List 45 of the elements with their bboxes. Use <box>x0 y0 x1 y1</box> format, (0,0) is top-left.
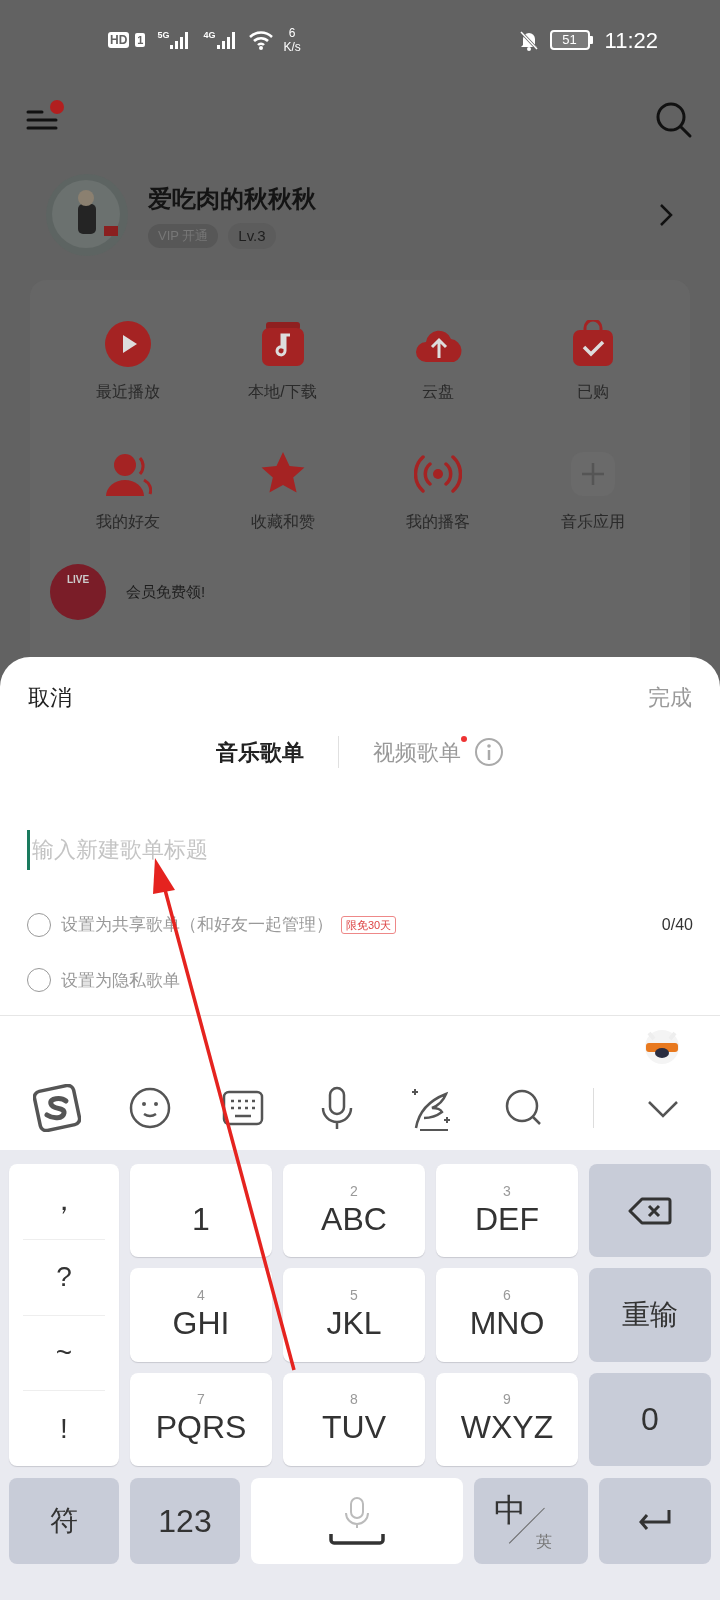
promo-tag: 限免30天 <box>341 915 397 934</box>
cancel-button[interactable]: 取消 <box>28 681 72 714</box>
zero-key[interactable]: 0 <box>589 1372 711 1466</box>
signal-icon <box>215 30 238 50</box>
symbol-key[interactable]: ， <box>23 1164 105 1240</box>
keypad-key[interactable]: 3 DEF <box>436 1164 578 1258</box>
language-key[interactable]: 中 英 <box>474 1478 588 1564</box>
numbers-key[interactable]: 123 <box>130 1478 240 1564</box>
app-logo-icon[interactable] <box>32 1084 81 1132</box>
battery-indicator: 51 <box>549 30 590 50</box>
sim-indicator: 1 <box>135 33 146 47</box>
keypad-key[interactable]: 2 ABC <box>283 1164 425 1258</box>
tab[interactable]: 音乐歌单 <box>215 735 304 769</box>
network-type: 4G <box>203 30 216 40</box>
promo-text: 会员免费领! <box>126 581 206 602</box>
speed-unit: K/s <box>283 40 301 54</box>
reset-key[interactable]: 重输 <box>589 1268 711 1362</box>
symbol-key[interactable]: ~ <box>23 1315 105 1392</box>
keypad-key[interactable]: 9 WXYZ <box>436 1372 578 1466</box>
level-badge: Lv.3 <box>228 222 276 250</box>
menu-icon <box>26 108 58 132</box>
keypad-key[interactable]: 6 MNO <box>436 1268 578 1362</box>
symbol-key[interactable]: ! <box>23 1391 105 1466</box>
bell-muted-icon <box>517 29 540 51</box>
clock-time: 11:22 <box>604 26 658 55</box>
network-type: 5G <box>157 30 170 40</box>
user-name: 爱吃肉的秋秋秋 <box>148 183 317 214</box>
live-label: LIVE <box>66 573 90 587</box>
keypad-key[interactable]: 7 PQRS <box>130 1372 272 1466</box>
character-counter: 0/40 <box>661 914 693 935</box>
keypad-key[interactable]: 5 JKL <box>283 1268 425 1362</box>
backspace-key[interactable] <box>589 1164 711 1258</box>
backspace-icon <box>628 1195 672 1226</box>
title-input-field[interactable]: 输入新建歌单标题 <box>27 830 693 870</box>
search-icon[interactable] <box>654 100 694 140</box>
keypad-key[interactable]: 1 <box>130 1164 272 1258</box>
symbol-key[interactable]: ? <box>23 1239 105 1316</box>
keypad-key[interactable]: 8 TUV <box>283 1372 425 1466</box>
play-icon <box>103 320 152 368</box>
keypad-key[interactable]: 4 GHI <box>130 1268 272 1362</box>
hd-indicator: HD <box>108 32 130 48</box>
wifi-icon <box>247 29 274 51</box>
network-speed: 6 <box>288 26 296 40</box>
chevron-right-icon[interactable] <box>658 202 674 228</box>
symbols-key[interactable]: 符 <box>9 1478 119 1564</box>
